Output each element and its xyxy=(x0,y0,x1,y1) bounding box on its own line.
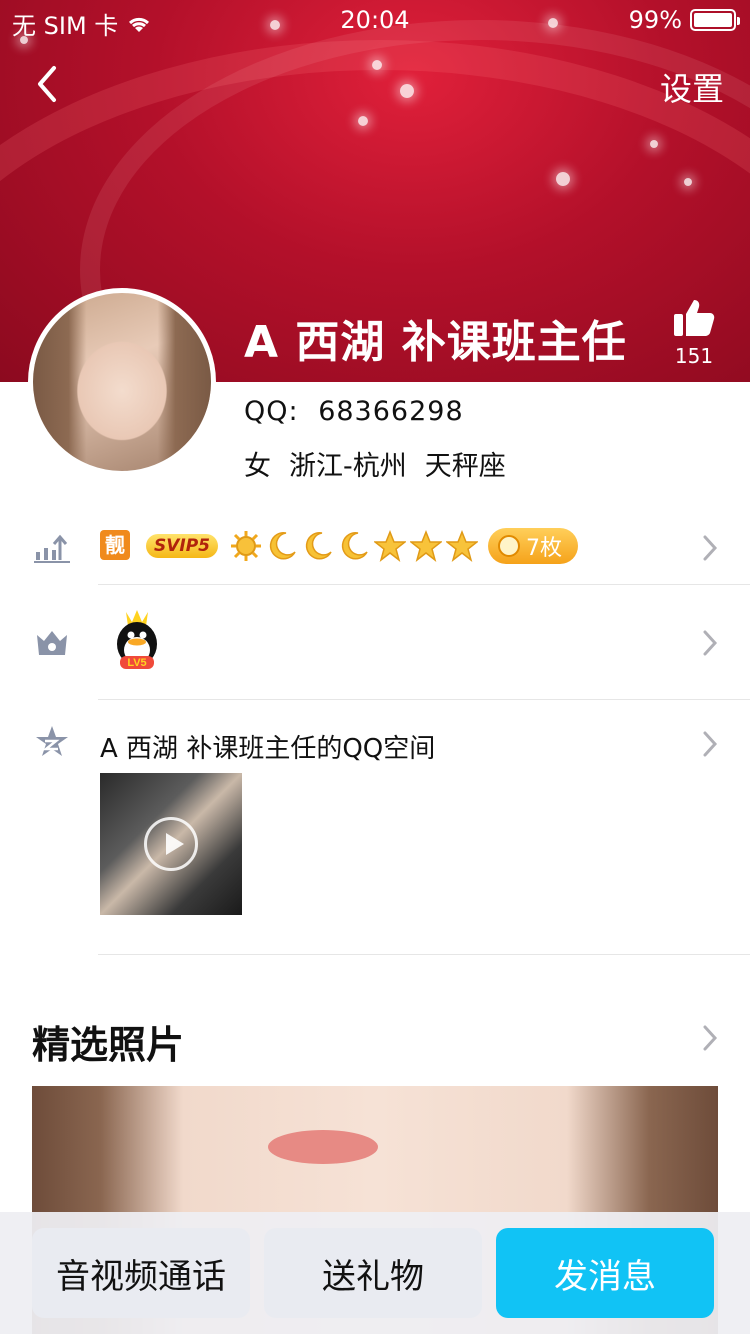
send-message-button[interactable]: 发消息 xyxy=(496,1228,714,1318)
crown-icon xyxy=(37,631,67,655)
status-bar: 无 SIM 卡 20:04 99% xyxy=(0,0,750,40)
zodiac: 天秤座 xyxy=(424,451,506,482)
svip-badge: SVIP5 xyxy=(146,534,219,558)
like-count: 151 xyxy=(674,344,714,368)
chevron-right-icon[interactable] xyxy=(702,1024,718,1052)
medal-count: 7枚 xyxy=(526,536,562,561)
battery-percent: 99% xyxy=(628,6,682,34)
liang-badge: 靓 xyxy=(100,530,130,560)
star-icon xyxy=(374,530,406,562)
action-bar: 音视频通话 送礼物 发消息 xyxy=(0,1212,750,1334)
qzone-title: A 西湖 补课班主任的QQ空间 xyxy=(100,734,436,764)
send-gift-button[interactable]: 送礼物 xyxy=(264,1228,482,1318)
sun-icon xyxy=(231,531,261,561)
qzone-star-icon xyxy=(36,726,68,756)
like-button[interactable]: 151 xyxy=(672,298,716,368)
chevron-right-icon xyxy=(703,630,718,656)
divider xyxy=(98,954,750,955)
qq-number: 68366298 xyxy=(318,396,464,427)
qq-label: QQ: xyxy=(244,396,299,427)
penguin-level-text: LV5 xyxy=(127,657,146,669)
chevron-right-icon xyxy=(703,535,718,561)
qq-penguin-level-icon: LV5 xyxy=(117,610,157,669)
video-call-button[interactable]: 音视频通话 xyxy=(32,1228,250,1318)
star-icon xyxy=(446,530,478,562)
thumbs-up-icon xyxy=(674,300,715,336)
avatar[interactable] xyxy=(28,288,216,476)
location: 浙江-杭州 xyxy=(289,451,407,482)
battery-icon xyxy=(690,9,740,31)
moon-icon xyxy=(269,532,296,560)
moon-icon xyxy=(305,532,332,560)
play-icon xyxy=(144,817,198,871)
moon-icon xyxy=(341,532,368,560)
medal-icon xyxy=(498,535,520,557)
star-icon xyxy=(410,530,442,562)
level-chart-icon xyxy=(34,534,70,563)
gender: 女 xyxy=(244,451,271,482)
featured-photos-title: 精选照片 xyxy=(32,1023,185,1067)
qzone-video-thumbnail[interactable] xyxy=(100,773,242,915)
profile-info: 女 浙江-杭州 天秤座 xyxy=(244,444,506,483)
medal-count-badge[interactable]: 7枚 xyxy=(488,528,578,564)
qq-number-line: QQ: 68366298 xyxy=(244,396,464,427)
profile-name: A 西湖 补课班主任 xyxy=(244,317,627,368)
qq-level-icons xyxy=(230,530,478,562)
chevron-right-icon xyxy=(703,731,718,757)
back-icon[interactable] xyxy=(30,64,70,104)
settings-button[interactable]: 设置 xyxy=(660,64,724,110)
